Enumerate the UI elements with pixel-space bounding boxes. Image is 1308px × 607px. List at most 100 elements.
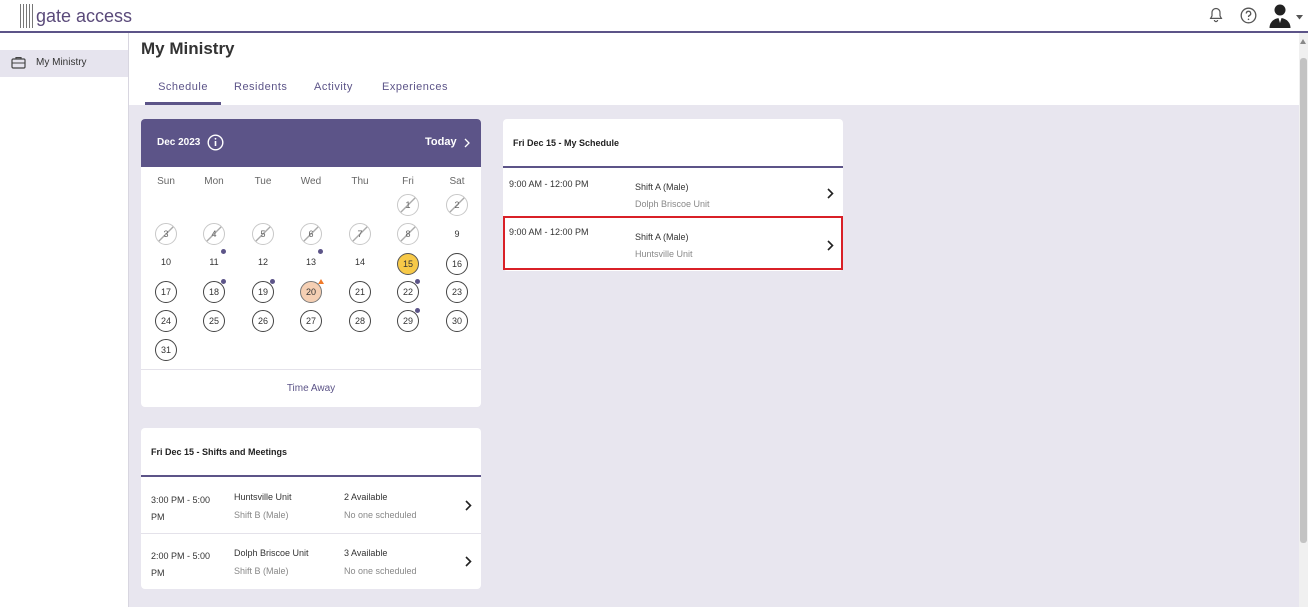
chevron-right-icon[interactable] bbox=[464, 135, 470, 153]
calendar-day[interactable]: 22 bbox=[397, 281, 419, 303]
caret-down-icon[interactable] bbox=[1296, 15, 1303, 20]
weekday-wed: Wed bbox=[300, 176, 322, 187]
schedule-unit: Dolph Briscoe Unit bbox=[635, 199, 710, 209]
alert-triangle-icon bbox=[318, 279, 324, 284]
weekday-mon: Mon bbox=[204, 176, 224, 187]
card-title: Fri Dec 15 - Shifts and Meetings bbox=[151, 447, 288, 457]
weekday-sun: Sun bbox=[157, 176, 175, 187]
sidebar-item-my-ministry[interactable]: My Ministry bbox=[0, 50, 128, 77]
calendar-day[interactable]: 18 bbox=[203, 281, 225, 303]
event-dot bbox=[415, 279, 420, 284]
weekday-tue: Tue bbox=[254, 176, 272, 187]
chevron-right-icon[interactable] bbox=[465, 554, 472, 572]
tab-activity[interactable]: Activity bbox=[314, 81, 353, 93]
app-logo[interactable]: gate access bbox=[20, 4, 132, 28]
event-dot bbox=[270, 279, 275, 284]
calendar-day[interactable]: 26 bbox=[252, 310, 274, 332]
calendar-day[interactable]: 31 bbox=[155, 339, 177, 361]
bell-icon[interactable] bbox=[1208, 6, 1224, 24]
top-bar: gate access bbox=[0, 0, 1308, 33]
info-icon[interactable] bbox=[207, 134, 224, 156]
scrollbar[interactable] bbox=[1299, 33, 1308, 607]
schedule-shift: Shift A (Male) bbox=[635, 182, 689, 192]
page-header: My Ministry Schedule Residents Activity … bbox=[129, 33, 1299, 105]
event-dot bbox=[318, 249, 323, 254]
calendar-card: Dec 2023 Today Sun Mon Tue Wed Thu Fri S… bbox=[141, 119, 481, 407]
calendar-day[interactable]: 17 bbox=[155, 281, 177, 303]
calendar-day[interactable]: 9 bbox=[446, 223, 468, 245]
scroll-thumb[interactable] bbox=[1300, 58, 1307, 543]
time-away-link[interactable]: Time Away bbox=[141, 383, 481, 394]
calendar-day[interactable]: 24 bbox=[155, 310, 177, 332]
chevron-right-icon[interactable] bbox=[827, 238, 834, 256]
scheduled-status: No one scheduled bbox=[344, 510, 417, 520]
calendar-day[interactable]: 3 bbox=[155, 223, 177, 245]
calendar-day[interactable]: 4 bbox=[203, 223, 225, 245]
event-dot bbox=[415, 308, 420, 313]
calendar-day[interactable]: 6 bbox=[300, 223, 322, 245]
calendar-day[interactable]: 12 bbox=[252, 251, 274, 273]
calendar-day-today[interactable]: 15 bbox=[397, 253, 419, 275]
calendar-day[interactable]: 14 bbox=[349, 251, 371, 273]
sidebar-item-label: My Ministry bbox=[36, 57, 87, 68]
calendar-day[interactable]: 13 bbox=[300, 251, 322, 273]
calendar-day[interactable]: 8 bbox=[397, 223, 419, 245]
shift-name: Shift B (Male) bbox=[234, 510, 289, 520]
calendar-day-highlight[interactable]: 20 bbox=[300, 281, 322, 303]
briefcase-icon bbox=[11, 56, 26, 69]
divider bbox=[503, 166, 843, 168]
calendar-day[interactable]: 7 bbox=[349, 223, 371, 245]
shift-time: 3:00 PM - 5:00 PM bbox=[151, 495, 211, 522]
weekday-thu: Thu bbox=[351, 176, 369, 187]
schedule-shift: Shift A (Male) bbox=[635, 232, 689, 242]
calendar-day[interactable]: 21 bbox=[349, 281, 371, 303]
list-item[interactable]: 2:00 PM - 5:00 PM Dolph Briscoe Unit Shi… bbox=[141, 533, 481, 588]
scroll-up-icon[interactable] bbox=[1300, 39, 1306, 44]
list-item[interactable]: 3:00 PM - 5:00 PM Huntsville Unit Shift … bbox=[141, 478, 481, 533]
event-dot bbox=[221, 279, 226, 284]
calendar-day[interactable]: 2 bbox=[446, 194, 468, 216]
calendar-day[interactable]: 10 bbox=[155, 251, 177, 273]
avatar-icon[interactable] bbox=[1268, 2, 1292, 28]
calendar-day[interactable]: 5 bbox=[252, 223, 274, 245]
calendar-day[interactable]: 27 bbox=[300, 310, 322, 332]
calendar-day[interactable]: 1 bbox=[397, 194, 419, 216]
schedule-time: 9:00 AM - 12:00 PM bbox=[509, 179, 589, 189]
schedule-item-selected[interactable]: 9:00 AM - 12:00 PM Shift A (Male) Huntsv… bbox=[503, 216, 843, 270]
calendar-day[interactable]: 23 bbox=[446, 281, 468, 303]
tab-experiences[interactable]: Experiences bbox=[382, 81, 448, 93]
calendar-day[interactable]: 16 bbox=[446, 253, 468, 275]
main-content: My Ministry Schedule Residents Activity … bbox=[129, 33, 1299, 607]
availability: 3 Available bbox=[344, 548, 388, 558]
event-dot bbox=[221, 249, 226, 254]
calendar-month: Dec 2023 bbox=[157, 137, 201, 148]
today-button[interactable]: Today bbox=[425, 136, 457, 148]
divider bbox=[141, 369, 481, 370]
scheduled-status: No one scheduled bbox=[344, 566, 417, 576]
divider bbox=[141, 475, 481, 477]
shift-location: Huntsville Unit bbox=[234, 492, 292, 502]
weekday-fri: Fri bbox=[402, 176, 414, 187]
help-icon[interactable] bbox=[1239, 6, 1257, 24]
calendar-day[interactable]: 28 bbox=[349, 310, 371, 332]
calendar-day[interactable]: 29 bbox=[397, 310, 419, 332]
schedule-time: 9:00 AM - 12:00 PM bbox=[509, 227, 589, 237]
my-schedule-card: Fri Dec 15 - My Schedule 9:00 AM - 12:00… bbox=[503, 119, 843, 271]
calendar-day[interactable]: 11 bbox=[203, 251, 225, 273]
shift-location: Dolph Briscoe Unit bbox=[234, 548, 309, 558]
calendar-day[interactable]: 25 bbox=[203, 310, 225, 332]
tab-schedule[interactable]: Schedule bbox=[145, 81, 221, 105]
schedule-item[interactable]: 9:00 AM - 12:00 PM Shift A (Male) Dolph … bbox=[503, 169, 843, 219]
schedule-unit: Huntsville Unit bbox=[635, 249, 693, 259]
card-title: Fri Dec 15 - My Schedule bbox=[513, 138, 620, 148]
chevron-right-icon[interactable] bbox=[465, 498, 472, 516]
tab-residents[interactable]: Residents bbox=[234, 81, 287, 93]
logo-bars-icon bbox=[20, 4, 33, 28]
chevron-right-icon[interactable] bbox=[827, 186, 834, 204]
shift-name: Shift B (Male) bbox=[234, 566, 289, 576]
weekday-sat: Sat bbox=[449, 176, 465, 187]
logo-text: gate access bbox=[36, 5, 133, 26]
calendar-day[interactable]: 19 bbox=[252, 281, 274, 303]
page-title: My Ministry bbox=[141, 39, 235, 58]
calendar-day[interactable]: 30 bbox=[446, 310, 468, 332]
